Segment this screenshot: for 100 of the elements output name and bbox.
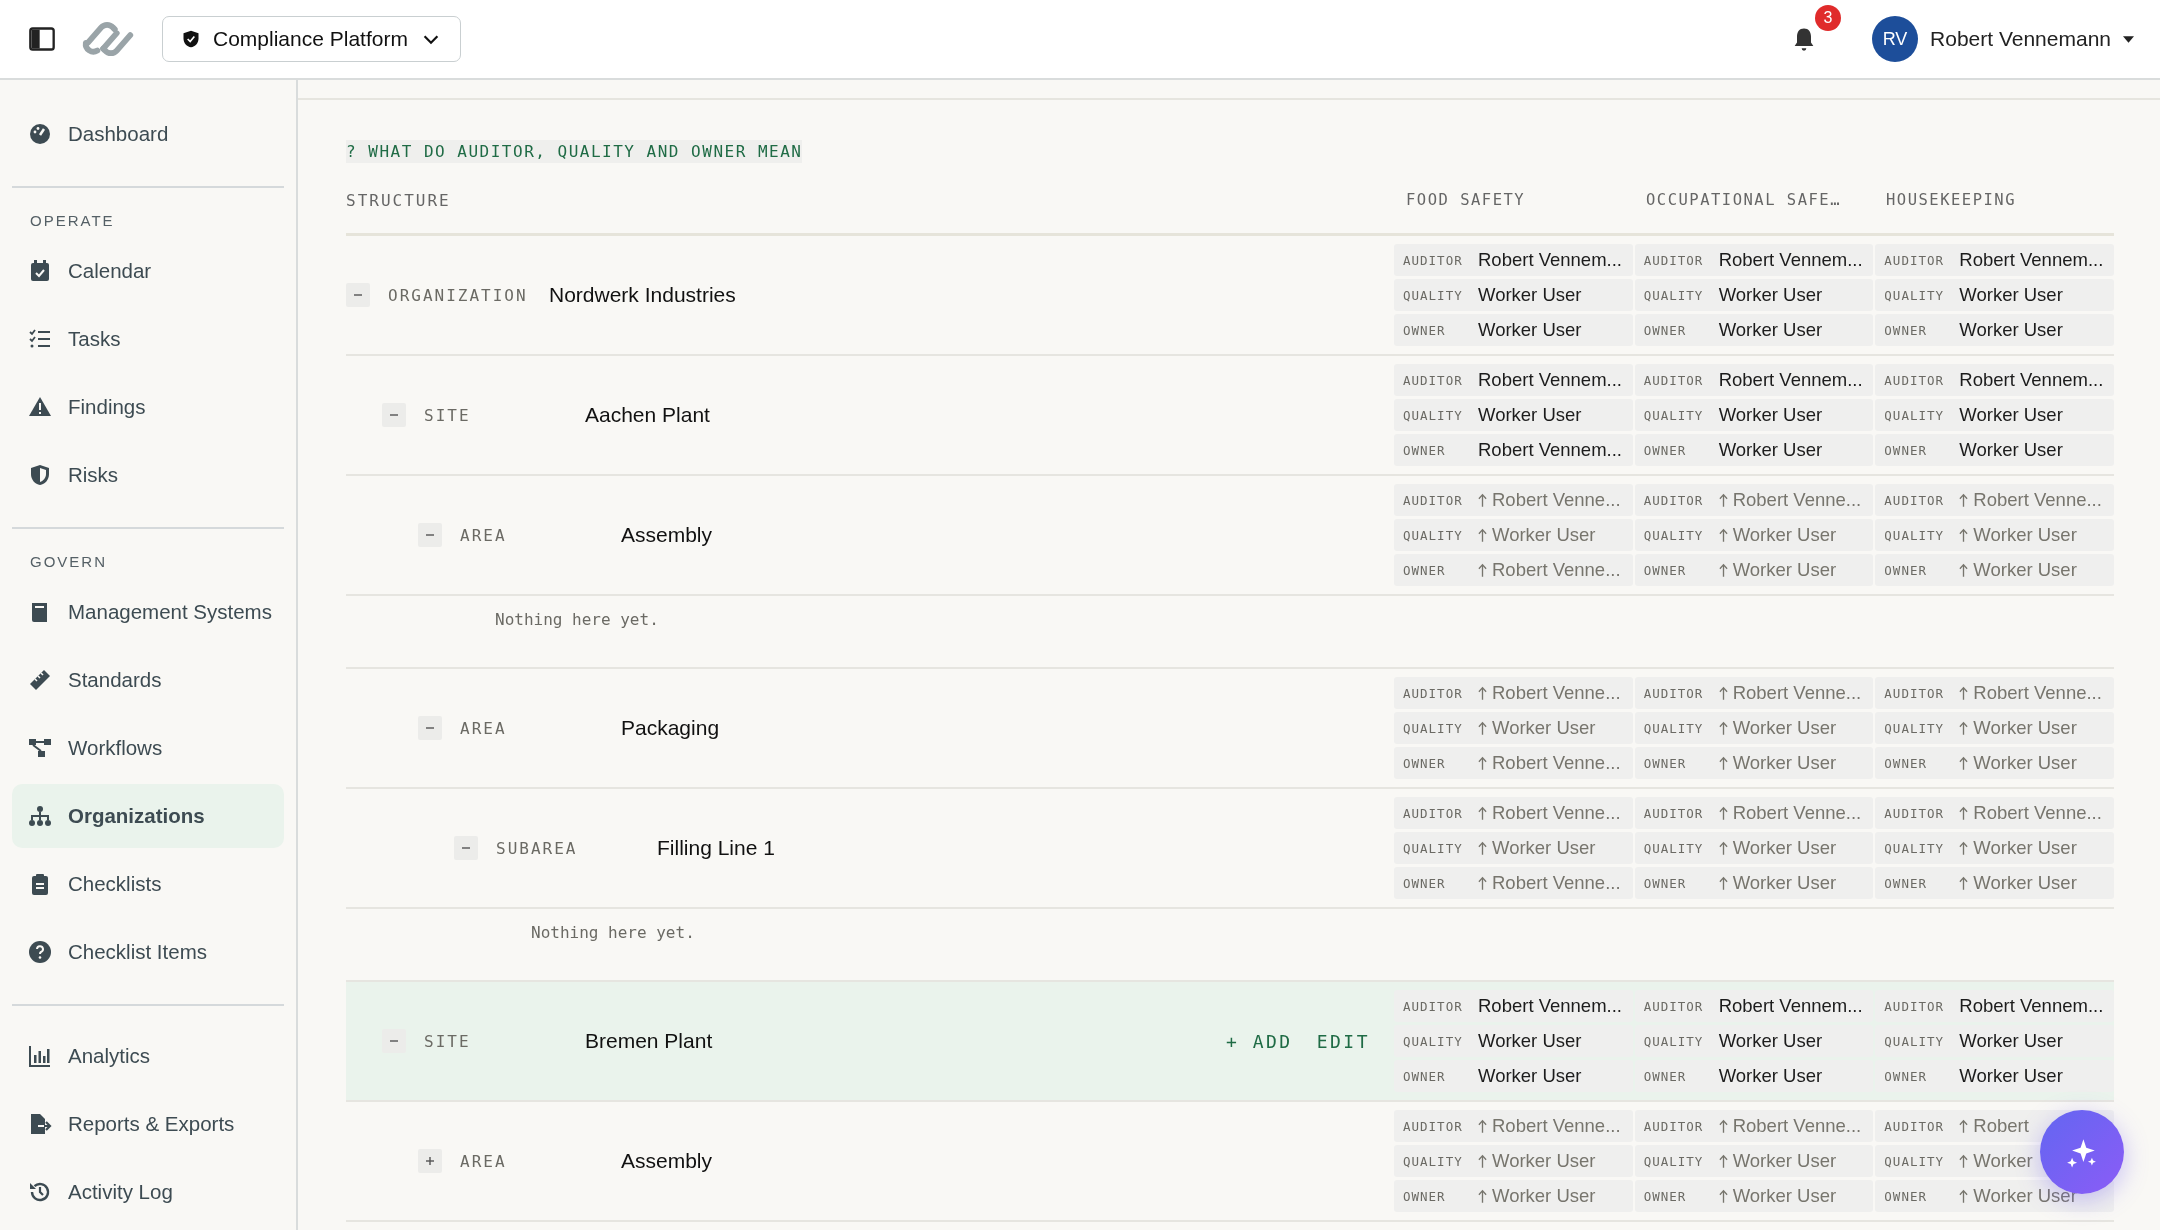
sidebar-item[interactable]: Activity Log [12,1160,284,1224]
assignment-cell: OWNER Worker User [1875,434,2114,466]
assignment-cell: AUDITOR Robert Venne... [1634,1110,1874,1142]
sidebar-item[interactable]: Calendar [12,239,284,303]
expand-button[interactable] [418,1149,442,1173]
user-menu[interactable]: RV Robert Vennemann [1872,16,2134,62]
node-type: AREA [460,525,508,545]
arrow-up-icon [1478,1153,1487,1169]
node-type: SITE [424,1031,472,1051]
workspace-dropdown[interactable]: Compliance Platform [162,16,461,62]
section-heading: GOVERN [29,552,108,572]
assignment-cell: OWNER Worker User [1394,314,1633,346]
collapse-button[interactable] [382,403,406,427]
section-heading: OPERATE [29,211,116,231]
assignment-cell: OWNER Worker User [1394,1060,1633,1092]
action-button[interactable]: + ADD [1225,1028,1293,1054]
node-name: Assembly [621,1149,713,1173]
collapse-button[interactable] [418,716,442,740]
sidebar-toggle-icon[interactable] [28,25,56,53]
assignment-cell: OWNER Worker User [1875,747,2114,779]
assignment-cell: OWNER Worker User [1634,747,1874,779]
sidebar-item[interactable]: Organizations [12,784,284,848]
tree-row[interactable]: AREA Assembly [346,1102,1394,1220]
arrow-up-icon [1718,720,1728,736]
collapse-button[interactable] [454,836,478,860]
assignment-cell: QUALITY Worker User [1634,832,1874,864]
tree-row[interactable]: ORGANIZATION Nordwerk Industries [346,236,1394,354]
plus-icon [425,1156,435,1166]
sidebar-item[interactable]: Management Systems [12,580,284,644]
sidebar-item[interactable]: Dashboard [12,102,284,166]
assignment-cell: OWNER Robert Venne... [1394,747,1633,779]
node-type: SUBAREA [496,838,579,858]
arrow-up-icon [1959,720,1969,736]
assignment-cell: QUALITY Worker User [1875,399,2114,431]
arrow-up-icon [1959,1188,1969,1204]
node-name: Nordwerk Industries [549,283,736,307]
assignment-cell: AUDITOR Robert Vennem... [1875,244,2114,276]
assignment-cell: OWNER Worker User [1875,867,2114,899]
node-type: AREA [460,718,508,738]
sidebar-item[interactable]: Tasks [12,307,284,371]
assignment-cell: AUDITOR Robert Vennem... [1394,364,1633,396]
sidebar-item[interactable]: Risks [12,443,284,507]
notification-badge: 3 [1815,5,1842,31]
assignment-cell: AUDITOR Robert Vennem... [1875,990,2114,1022]
assignment-cell: OWNER Worker User [1634,1180,1874,1212]
assignment-cell: OWNER Worker User [1634,314,1874,346]
collapse-button[interactable] [346,283,370,307]
assignment-cell: AUDITOR Robert Venne... [1394,484,1633,516]
assignment-cell: AUDITOR Robert Venne... [1875,677,2114,709]
assignment-cell: QUALITY Worker User [1875,832,2114,864]
warning-icon [28,395,52,419]
arrow-up-icon [1478,875,1487,891]
arrow-up-icon [1478,562,1487,578]
shield-icon [28,463,52,487]
assignment-cell: QUALITY Worker User [1394,712,1633,744]
workflow-icon [28,736,52,760]
arrow-up-icon [1718,875,1728,891]
sidebar-item[interactable]: Checklists [12,852,284,916]
arrow-up-icon [1478,805,1487,821]
assignment-cell: AUDITOR Robert Venne... [1634,484,1874,516]
sidebar-item[interactable]: Workflows [12,716,284,780]
assignment-cell: AUDITOR Robert Venne... [1394,1110,1633,1142]
arrow-up-icon [1959,755,1969,771]
node-name: Filling Line 1 [657,836,775,860]
arrow-up-icon [1478,1118,1487,1134]
collapse-button[interactable] [382,1029,406,1053]
collapse-button[interactable] [418,523,442,547]
sidebar-item[interactable]: Reports & Exports [12,1092,284,1156]
sidebar-item[interactable]: Analytics [12,1024,284,1088]
assignment-cell: QUALITY Worker User [1634,712,1874,744]
tree-row[interactable]: AREA Packaging [346,669,1394,787]
calendar-icon [28,259,52,283]
sidebar-item[interactable]: Standards [12,648,284,712]
assignment-cell: AUDITOR Robert Venne... [1875,484,2114,516]
gauge-icon [28,122,52,146]
tree-row[interactable]: SITE Aachen Plant [346,356,1394,474]
assignment-cell: OWNER Robert Venne... [1394,554,1633,586]
arrow-up-icon [1718,1153,1728,1169]
sidebar-item[interactable]: Findings [12,375,284,439]
assignment-cell: AUDITOR Robert Venne... [1875,797,2114,829]
arrow-up-icon [1718,1118,1728,1134]
tree-row[interactable]: SITE Bremen Plant + ADD EDIT [346,982,1394,1100]
sidebar-item[interactable]: Checklist Items [12,920,284,984]
column-header: OCCUPATIONAL SAFE… [1645,191,1842,209]
assignment-cell: QUALITY Worker User [1634,279,1874,311]
arrow-up-icon [1959,840,1969,856]
assignment-cell: QUALITY Worker User [1394,279,1633,311]
arrow-up-icon [1478,492,1487,508]
assignment-cell: AUDITOR Robert Vennem... [1634,364,1874,396]
help-link[interactable]: ? WHAT DO AUDITOR, QUALITY AND OWNER MEAN [346,140,803,163]
node-name: Aachen Plant [585,403,710,427]
assignment-cell: QUALITY Worker User [1394,1145,1633,1177]
arrow-up-icon [1959,1153,1969,1169]
empty-message: Nothing here yet. [495,610,659,629]
assignment-cell: AUDITOR Robert Venne... [1394,797,1633,829]
tree-row[interactable]: AREA Assembly [346,476,1394,594]
action-button[interactable]: EDIT [1316,1028,1370,1054]
arrow-up-icon [1959,875,1969,891]
assignment-cell: QUALITY Worker User [1875,712,2114,744]
tree-row[interactable]: SUBAREA Filling Line 1 [346,789,1394,907]
